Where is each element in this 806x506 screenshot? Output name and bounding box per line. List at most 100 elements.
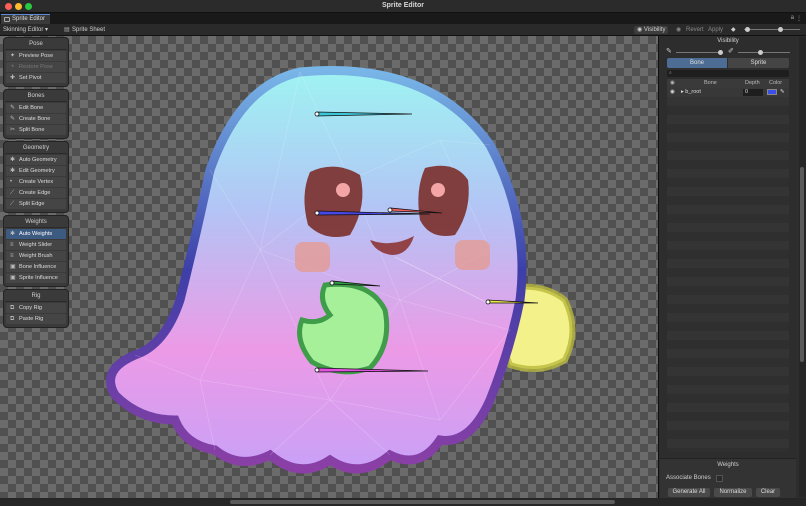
sprite-canvas[interactable] [0, 36, 658, 498]
create-bone-icon: ✎ [10, 116, 16, 122]
pivot-icon: ✚ [10, 75, 16, 81]
color-column-header: Color [769, 80, 783, 86]
weights-group-title: Weights [5, 217, 67, 228]
edit-geometry-icon: ✱ [10, 168, 16, 174]
zoom-slider-track[interactable] [744, 29, 800, 30]
geometry-group: Geometry ✱ Auto Geometry ✱ Edit Geometry •… [4, 142, 68, 212]
tab-menu-icon[interactable]: ⋮ [796, 15, 802, 22]
create-vertex-button[interactable]: • Create Vertex [6, 177, 66, 187]
visibility-column-icon: ◉ [670, 80, 675, 86]
vertical-scrollbar-thumb[interactable] [800, 167, 804, 362]
bone-color-swatch[interactable] [767, 89, 777, 95]
bones-group-title: Bones [5, 91, 67, 102]
view-options-icon[interactable]: ◆ [731, 26, 736, 34]
sprite-influence-button[interactable]: ▣ Sprite Influence [6, 273, 66, 283]
rig-group: Rig ⧉ Copy Rig ⧉ Paste Rig [4, 290, 68, 327]
restore-pose-button[interactable]: ✦ Restore Pose [6, 62, 66, 72]
bone-table [667, 79, 789, 452]
create-edge-icon: ⟋ [10, 190, 15, 196]
auto-geometry-button[interactable]: ✱ Auto Geometry [6, 155, 66, 165]
tab-sprite[interactable]: Sprite [728, 58, 789, 68]
search-icon: ⌕ [669, 70, 672, 76]
weight-brush-button[interactable]: ≡ Weight Brush [6, 251, 66, 261]
edit-bone-button[interactable]: ✎ Edit Bone [6, 103, 66, 113]
split-edge-icon: ⟋ [10, 201, 15, 207]
weights-group: Weights ✱ Auto Weights ≡ Weight Slider ≡ We… [4, 216, 68, 286]
bone-opacity-knob[interactable] [718, 50, 723, 55]
bone-influence-icon: ▣ [10, 264, 16, 270]
auto-geometry-icon: ✱ [10, 157, 16, 163]
weights-panel-title: Weights [717, 462, 739, 468]
paste-rig-button[interactable]: ⧉ Paste Rig [6, 314, 66, 324]
zoom-slider-knob[interactable] [745, 27, 750, 32]
associate-bones-checkbox[interactable] [716, 475, 723, 482]
clear-button[interactable]: Clear [756, 488, 780, 497]
lock-icon[interactable]: a [791, 15, 794, 21]
preview-pose-button[interactable]: ✦ Preview Pose [6, 51, 66, 61]
eye-icon: ◉ [637, 27, 643, 33]
sprite-editor-icon [4, 17, 10, 22]
sprite-opacity-slider[interactable] [738, 52, 790, 53]
split-edge-button[interactable]: ⟋ Split Edge [6, 199, 66, 209]
preview-pose-icon: ✦ [10, 53, 16, 59]
tab-label: Sprite Editor [12, 16, 46, 22]
visibility-label: Visibility [643, 27, 666, 33]
bone-search-input[interactable]: ⌕ [667, 70, 789, 77]
set-pivot-button[interactable]: ✚ Set Pivot [6, 73, 66, 83]
horizontal-scrollbar[interactable] [0, 498, 806, 506]
tab-bar: Sprite Editor a ⋮ [0, 13, 806, 24]
create-bone-button[interactable]: ✎ Create Bone [6, 114, 66, 124]
apply-button[interactable]: Apply [708, 26, 723, 34]
associate-bones-label: Associate Bones [666, 475, 711, 481]
table-row[interactable]: ◉ ▸ b_root 0 ✎ [667, 88, 789, 97]
copy-rig-button[interactable]: ⧉ Copy Rig [6, 303, 66, 313]
copy-rig-icon: ⧉ [10, 305, 15, 311]
create-vertex-icon: • [10, 179, 13, 185]
weight-slider-icon: ≡ [10, 242, 14, 248]
auto-weights-icon: ✱ [10, 231, 16, 237]
bones-group: Bones ✎ Edit Bone ✎ Create Bone ✂ Split Bon… [4, 90, 68, 138]
edit-bone-icon: ✎ [10, 105, 16, 111]
ghost-sprite [106, 66, 576, 474]
right-cheek [455, 240, 490, 270]
split-bone-button[interactable]: ✂ Split Bone [6, 125, 66, 135]
sprite-opacity-icon: ✐ [728, 48, 734, 55]
bone-table-header: ◉ Bone Depth Color [667, 79, 789, 88]
visibility-panel-title: Visibility [717, 38, 739, 44]
revert-button[interactable]: Revert [686, 26, 704, 34]
restore-pose-icon: ✦ [10, 64, 16, 70]
bone-opacity-slider[interactable] [676, 52, 722, 53]
depth-column-header: Depth [745, 80, 760, 86]
left-cheek [295, 242, 330, 272]
window-titlebar: Sprite Editor [0, 0, 806, 13]
mode-dropdown[interactable]: Skinning Editor ▾ [3, 26, 48, 34]
weight-slider-button[interactable]: ≡ Weight Slider [6, 240, 66, 250]
tab-sprite-editor[interactable]: Sprite Editor [1, 14, 50, 24]
visibility-toggle[interactable]: ◉ Visibility [634, 26, 669, 34]
horizontal-scrollbar-thumb[interactable] [230, 500, 615, 504]
eye-icon[interactable]: ◉ [670, 89, 675, 95]
toolbar: Skinning Editor ▾ ▤ Sprite Sheet ◉ Visib… [0, 24, 806, 36]
color-picker-icon[interactable]: ✎ [780, 89, 785, 95]
tab-bone[interactable]: Bone [667, 58, 727, 68]
create-edge-button[interactable]: ⟋ Create Edge [6, 188, 66, 198]
depth-field[interactable]: 0 [743, 89, 763, 96]
vertical-scrollbar[interactable] [799, 37, 806, 497]
normalize-button[interactable]: Normalize [714, 488, 752, 497]
weights-panel: Weights Associate Bones Generate All Nor… [660, 458, 796, 498]
generate-all-button[interactable]: Generate All [668, 488, 710, 497]
sprite-sheet-button[interactable]: Sprite Sheet [72, 26, 105, 34]
auto-weights-button[interactable]: ✱ Auto Weights [6, 229, 66, 239]
sprite-influence-icon: ▣ [10, 275, 16, 281]
split-bone-icon: ✂ [10, 127, 16, 133]
tool-palette: Pose ✦ Preview Pose ✦ Restore Pose ✚ Set Pi… [4, 38, 68, 331]
sprite-sheet-icon: ▤ [64, 27, 70, 33]
bone-name: ▸ b_root [681, 89, 701, 95]
edit-geometry-button[interactable]: ✱ Edit Geometry [6, 166, 66, 176]
rig-group-title: Rig [5, 291, 67, 302]
bone-influence-button[interactable]: ▣ Bone Influence [6, 262, 66, 272]
bone-column-header: Bone [704, 80, 717, 86]
sprite-opacity-knob[interactable] [758, 50, 763, 55]
weight-brush-icon: ≡ [10, 253, 14, 259]
zoom-slider-end-knob[interactable] [778, 27, 783, 32]
